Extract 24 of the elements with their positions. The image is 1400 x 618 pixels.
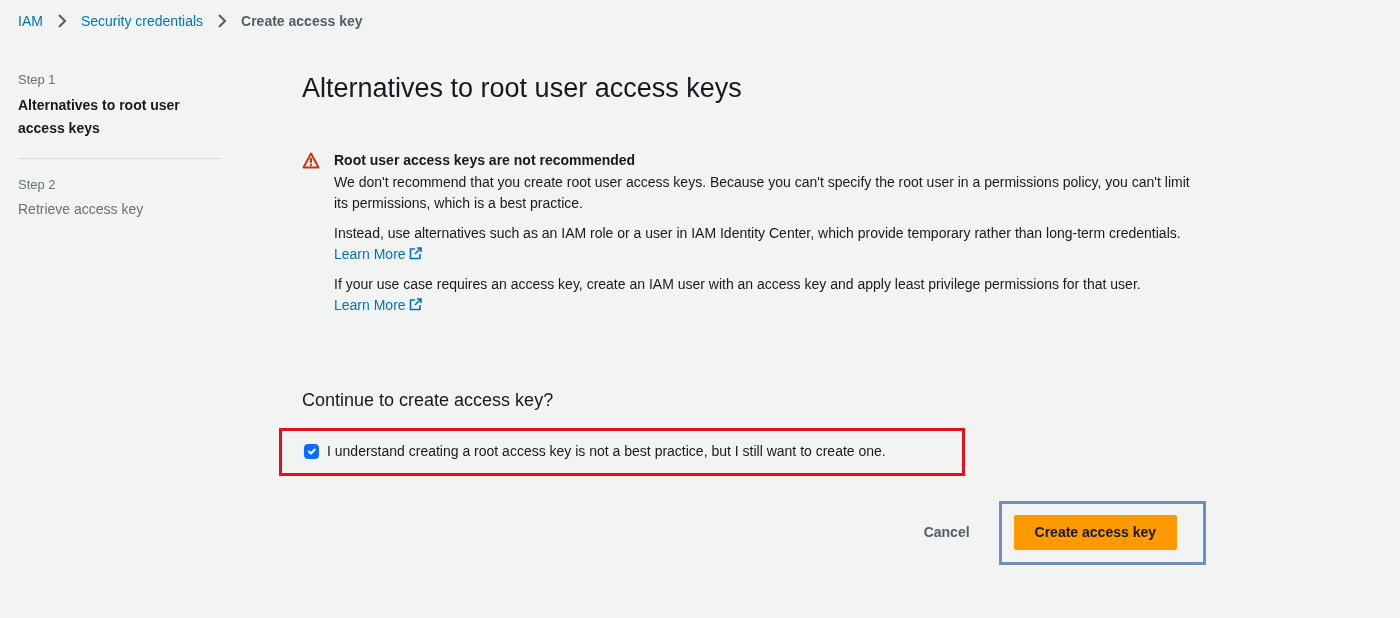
create-access-key-button[interactable]: Create access key [1013,515,1177,550]
learn-more-link[interactable]: Learn More [334,296,422,313]
step-link[interactable]: Retrieve access key [18,198,221,221]
external-link-icon [408,246,422,260]
chevron-icon [217,14,228,28]
alert-text: Instead, use alternatives such as an IAM role or a user in IAM Identity Center, which provide temporary rather than long-term credentials. Learn More [334,224,1182,264]
section-heading: Continue to create access key? [302,390,555,412]
checkbox-label: I understand creating a root access key is not a best practice, but I still want to create one. [327,442,886,462]
step-link[interactable]: Alternatives to root user access keys [18,93,221,140]
external-link-icon [408,297,422,311]
breadcrumb-link[interactable]: Security credentials [80,10,204,32]
page-title: Alternatives to root user access keys [302,72,743,105]
warning-icon [302,152,320,170]
checkbox[interactable] [304,444,319,460]
alert-text: We don't recommend that you create root user access keys. Because you can't specify the root user in a permissions policy, you can't limit its permissions, which is a best practice. [334,173,1191,213]
alert-text: If your use case requires an access key, create an IAM user with an access key and apply least privilege permissions for that user. Learn More [334,275,1142,315]
chevron-icon [56,14,67,28]
step-number: Step 1 [18,71,57,89]
step-number: Step 2 [18,175,57,194]
learn-more-link[interactable]: Learn More [334,245,422,262]
breadcrumb-current: Create access key [241,11,363,31]
alert-title: Root user access keys are not recommended [334,151,637,171]
breadcrumb-link[interactable]: IAM [18,10,43,32]
cancel-button[interactable]: Cancel [909,518,984,548]
